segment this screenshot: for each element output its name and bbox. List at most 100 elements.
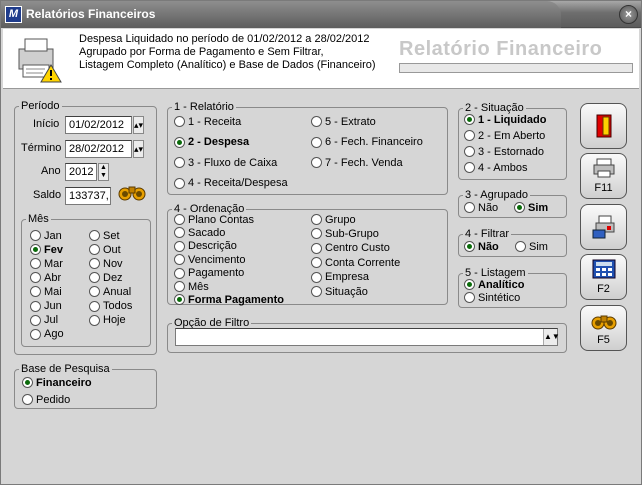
base-radio-pedido[interactable]: Pedido [22, 393, 70, 406]
ordenacao-radio-plano-contas[interactable]: Plano Contas [174, 213, 254, 226]
radio-dot [464, 114, 475, 125]
title-bar[interactable]: M Relatórios Financeiros × [1, 1, 641, 28]
close-button[interactable]: × [619, 5, 638, 24]
inicio-date-field[interactable]: 01/02/2012 [65, 116, 132, 134]
radio-dot [311, 214, 322, 225]
radio-dot [464, 279, 475, 290]
calculator-icon [592, 259, 616, 279]
radio-dot [311, 242, 322, 254]
termino-date-field[interactable]: 28/02/2012 [65, 140, 132, 158]
filtro-select[interactable] [175, 328, 558, 346]
report-title: Relatório Financeiro [399, 38, 603, 60]
relatorio-radio-1-receita[interactable]: 1 - Receita [174, 115, 241, 128]
situacao-radio-2-em-aberto[interactable]: 2 - Em Aberto [464, 129, 545, 142]
mes-radio-jan[interactable]: Jan [30, 229, 62, 242]
situacao-option-label: 2 - Em Aberto [478, 129, 546, 142]
mes-radio-nov[interactable]: Nov [89, 257, 123, 270]
ordenacao-radio-sacado[interactable]: Sacado [174, 226, 225, 239]
radio-dot [464, 146, 475, 157]
ordenacao-option-label: Sub-Grupo [325, 227, 379, 240]
relatorio-radio-5-extrato[interactable]: 5 - Extrato [311, 115, 376, 128]
exit-button[interactable] [580, 103, 627, 149]
situacao-option-label: 3 - Estornado [478, 145, 545, 158]
radio-dot [174, 281, 185, 292]
situacao-radio-3-estornado[interactable]: 3 - Estornado [464, 145, 544, 158]
ano-spinner[interactable]: ▲ ▼ [98, 163, 109, 181]
binoculars-icon[interactable] [117, 179, 147, 205]
relatorio-radio-4-receita-despesa[interactable]: 4 - Receita/Despesa [174, 177, 288, 190]
radio-dot [30, 230, 41, 241]
ordenacao-radio-vencimento[interactable]: Vencimento [174, 253, 245, 266]
radio-dot [464, 292, 475, 303]
radio-dot [30, 258, 41, 270]
radio-dot [30, 244, 41, 256]
base-radio-financeiro[interactable]: Financeiro [22, 376, 92, 389]
ordenacao-radio-pagamento[interactable]: Pagamento [174, 267, 244, 280]
mes-radio-anual[interactable]: Anual [89, 285, 131, 298]
print-setup-button[interactable] [580, 204, 627, 250]
mes-radio-dez[interactable]: Dez [89, 271, 123, 284]
ordenacao-option-label: Grupo [325, 213, 356, 226]
ordenacao-radio-descricao[interactable]: Descrição [174, 240, 237, 253]
listagem-radio-sintetico[interactable]: Sintético [464, 291, 520, 304]
base-option-label: Pedido [36, 393, 71, 406]
ordenacao-radio-empresa[interactable]: Empresa [311, 271, 369, 284]
search-button-label: F5 [597, 334, 610, 346]
header-line-3: Listagem Completo (Analítico) e Base de … [79, 59, 376, 71]
ordenacao-radio-forma-pagamento[interactable]: Forma Pagamento [174, 293, 284, 306]
filtro-dropdown-arrow[interactable]: ▲▼ [543, 329, 560, 345]
mes-radio-hoje[interactable]: Hoje [89, 314, 126, 327]
radio-dot [311, 157, 322, 168]
mes-radio-jul[interactable]: Jul [30, 314, 58, 327]
mes-radio-fev[interactable]: Fev [30, 243, 63, 256]
mes-option-label: Jan [44, 229, 62, 242]
calculator-button[interactable]: F2 [580, 254, 627, 300]
radio-dot [30, 300, 41, 312]
mes-radio-todos[interactable]: Todos [89, 300, 132, 313]
mes-radio-mar[interactable]: Mar [30, 257, 63, 270]
mes-radio-abr[interactable]: Abr [30, 271, 61, 284]
situacao-radio-4-ambos[interactable]: 4 - Ambos [464, 161, 528, 174]
listagem-radio-analitico[interactable]: Analítico [464, 278, 524, 291]
filtrar-radio-nao[interactable]: Não [464, 240, 499, 253]
ordenacao-radio-conta-corrente[interactable]: Conta Corrente [311, 256, 400, 269]
agrupado-radio-sim[interactable]: Sim [514, 201, 548, 214]
radio-dot [174, 240, 185, 252]
relatorio-radio-3-fluxo-de-caixa[interactable]: 3 - Fluxo de Caixa [174, 156, 277, 169]
mes-radio-out[interactable]: Out [89, 243, 121, 256]
radio-dot [89, 230, 100, 241]
ordenacao-option-label: Forma Pagamento [188, 293, 284, 306]
mes-option-label: Out [103, 243, 121, 256]
ordenacao-option-label: Empresa [325, 271, 370, 284]
ordenacao-radio-sub-grupo[interactable]: Sub-Grupo [311, 227, 379, 240]
ano-field[interactable]: 2012 [65, 163, 97, 181]
base-option-label: Financeiro [36, 376, 92, 389]
ordenacao-radio-mes[interactable]: Mês [174, 280, 209, 293]
mes-radio-ago[interactable]: Ago [30, 328, 64, 341]
mes-radio-jun[interactable]: Jun [30, 300, 62, 313]
filtrar-option-label: Não [478, 240, 499, 253]
print-button[interactable]: F11 [580, 153, 627, 199]
listagem-option-label: Analítico [478, 278, 525, 291]
window-title: Relatórios Financeiros [26, 7, 156, 21]
saldo-field[interactable]: 133737, [65, 187, 111, 205]
mes-radio-set[interactable]: Set [89, 229, 120, 242]
search-button[interactable]: F5 [580, 305, 627, 351]
relatorio-radio-7-fech-venda[interactable]: 7 - Fech. Venda [311, 156, 403, 169]
relatorio-radio-6-fech-financeiro[interactable]: 6 - Fech. Financeiro [311, 136, 423, 149]
ordenacao-radio-grupo[interactable]: Grupo [311, 213, 356, 226]
mes-option-label: Mai [44, 285, 62, 298]
mes-radio-mai[interactable]: Mai [30, 285, 62, 298]
relatorio-option-label: 2 - Despesa [188, 136, 250, 148]
inicio-date-dropdown[interactable]: ▴▾ [133, 116, 144, 134]
ordenacao-option-label: Vencimento [188, 253, 246, 266]
ordenacao-radio-situacao[interactable]: Situação [311, 285, 368, 298]
filtrar-radio-sim[interactable]: Sim [515, 240, 548, 253]
relatorio-radio-2-despesa[interactable]: 2 - Despesa [174, 136, 249, 149]
radio-dot [311, 271, 322, 283]
ordenacao-radio-centro-custo[interactable]: Centro Custo [311, 242, 390, 255]
termino-date-dropdown[interactable]: ▴▾ [133, 140, 144, 158]
situacao-radio-1-liquidado[interactable]: 1 - Liquidado [464, 113, 546, 126]
radio-dot [174, 177, 185, 189]
agrupado-radio-nao[interactable]: Não [464, 201, 498, 214]
